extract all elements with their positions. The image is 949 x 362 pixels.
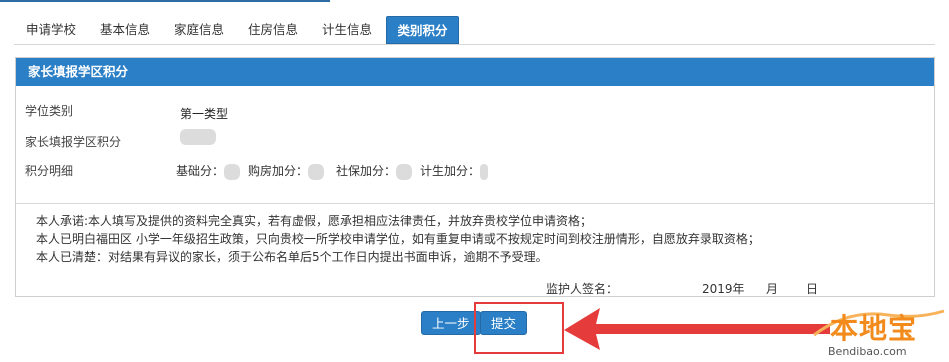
- score-label: 家长填报学区积分: [25, 135, 122, 149]
- score-panel: 家长填报学区积分 学位类别 第一类型 家长填报学区积分 积分明细 基础分： 购房…: [15, 57, 935, 297]
- category-label: 学位类别: [25, 104, 74, 118]
- social-score-label: 社保加分：: [336, 164, 397, 178]
- guardian-signature-label: 监护人签名：: [546, 282, 619, 296]
- promise-section: 本人承诺:本人填写及提供的资料完全真实，若有虚假，愿承担相应法律责任，并放弃贵校…: [16, 203, 934, 297]
- sign-year: 2019年: [702, 282, 745, 296]
- family-planning-score-label: 计生加分：: [420, 164, 481, 178]
- base-score-item: 基础分：: [176, 162, 241, 180]
- tab-basic-info[interactable]: 基本信息: [92, 16, 158, 44]
- top-strip: [0, 0, 949, 10]
- promise-line-2: 本人已明白福田区 小学一年级招生政策，只向贵校一所学校申请学位，如有重复申请或不…: [36, 232, 760, 246]
- tab-family-planning-info[interactable]: 计生信息: [314, 16, 380, 44]
- sign-day: 日: [806, 282, 819, 296]
- housing-score-item: 购房加分：: [248, 162, 325, 180]
- blurred-base-score: [224, 163, 241, 180]
- sign-month: 月: [766, 282, 779, 296]
- detail-label: 积分明细: [25, 164, 74, 178]
- prev-step-button[interactable]: 上一步: [421, 311, 481, 335]
- pointer-arrow-icon: [564, 308, 830, 350]
- base-score-label: 基础分：: [176, 164, 225, 178]
- promise-line-1: 本人承诺:本人填写及提供的资料完全真实，若有虚假，愿承担相应法律责任，并放弃贵校…: [36, 214, 593, 228]
- blurred-social-score: [396, 163, 413, 180]
- top-accent-line: [0, 0, 330, 2]
- family-planning-score-item: 计生加分：: [420, 162, 489, 180]
- housing-score-label: 购房加分：: [248, 164, 309, 178]
- tab-housing-info[interactable]: 住房信息: [240, 16, 306, 44]
- category-value: 第一类型: [180, 107, 229, 121]
- score-value: [180, 129, 216, 145]
- blurred-family-planning-score: [480, 163, 489, 180]
- social-score-item: 社保加分：: [336, 162, 413, 180]
- panel-title: 家长填报学区积分: [16, 58, 934, 86]
- promise-line-3: 本人已清楚：对结果有异议的家长，须于公布名单后5个工作日内提出书面申诉，逾期不予…: [36, 250, 548, 264]
- tab-divider: [14, 44, 935, 45]
- tab-category-score[interactable]: 类别积分: [386, 16, 459, 44]
- tab-family-info[interactable]: 家庭信息: [166, 16, 232, 44]
- watermark-url: Bendibao.com: [828, 345, 907, 358]
- submit-highlight-box: [474, 302, 564, 354]
- watermark-name: 本地宝: [830, 312, 918, 345]
- blurred-score: [180, 129, 216, 145]
- watermark-logo: 本地宝 Bendibao.com: [808, 305, 948, 362]
- blurred-housing-score: [308, 163, 325, 180]
- tab-apply-school[interactable]: 申请学校: [14, 16, 88, 44]
